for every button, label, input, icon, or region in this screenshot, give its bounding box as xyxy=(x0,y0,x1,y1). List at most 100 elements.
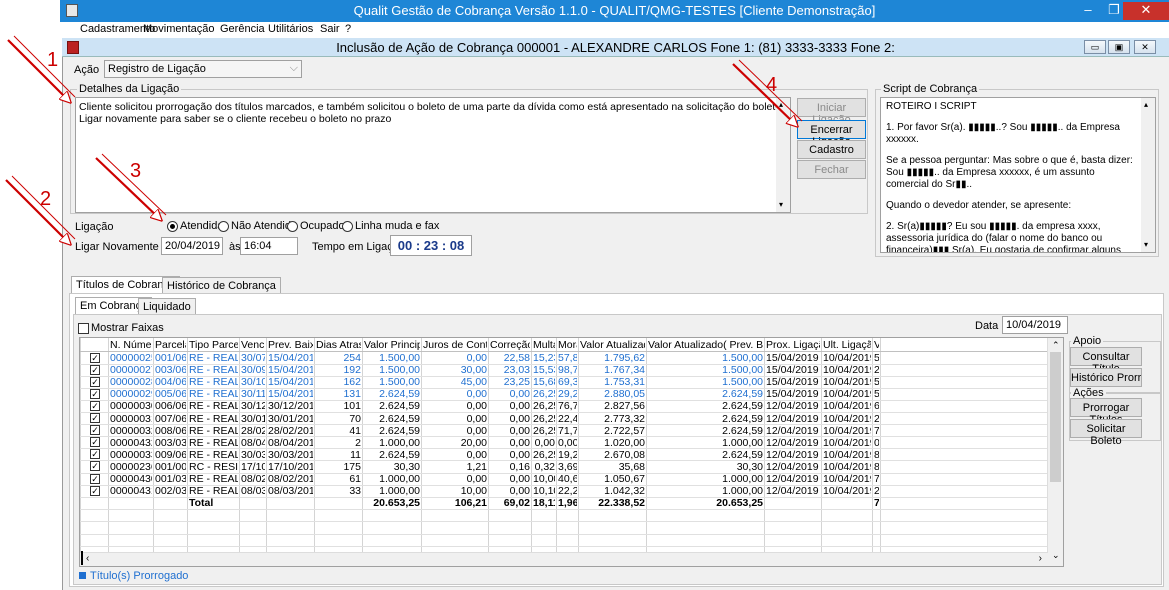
cadastro-button[interactable]: Cadastro xyxy=(797,140,866,159)
table-cell: 0,00 xyxy=(466,412,487,425)
ligacao-label: Ligação xyxy=(75,221,114,233)
table-cell: 30,30 xyxy=(393,460,420,473)
table-cell: 0,00 xyxy=(509,412,530,425)
table-horizontal-scrollbar[interactable]: ‹ › xyxy=(80,552,1048,566)
table-cell: 08/04/2019 xyxy=(268,436,313,449)
encerrar-ligacao-button[interactable]: Encerrar Ligação xyxy=(797,120,866,148)
menu-help[interactable]: ? xyxy=(345,23,351,35)
table-cell: 15/04/2019 xyxy=(766,376,819,389)
scroll-up-icon: ⌃ xyxy=(1052,340,1060,350)
script-scrollbar[interactable]: ▴ ▾ xyxy=(1141,98,1155,252)
window-restore-button[interactable]: ▣ xyxy=(1108,40,1130,54)
row-checkbox[interactable]: ✓ xyxy=(90,352,100,363)
row-checkbox[interactable]: ✓ xyxy=(90,400,100,411)
row-checkbox[interactable]: ✓ xyxy=(90,485,100,496)
ligar-date-input[interactable]: 20/04/2019 xyxy=(161,237,223,255)
chevron-down-icon: ⌵ xyxy=(289,62,298,74)
fechar-button[interactable]: Fechar xyxy=(797,160,866,179)
ligar-time-input[interactable]: 16:04 xyxy=(240,237,298,255)
prorrogar-titulos-button[interactable]: Prorrogar Títulos xyxy=(1070,398,1142,426)
radio-atendida[interactable] xyxy=(167,221,178,232)
table-header-cell[interactable]: Prox. Ligação xyxy=(766,339,820,351)
table-cell: 00000431 xyxy=(110,485,152,498)
radio-ocupado[interactable] xyxy=(287,221,298,232)
table-cell: 2.670,08 xyxy=(604,448,645,461)
table-cell: RE - REAL xyxy=(189,376,238,389)
row-checkbox[interactable]: ✓ xyxy=(90,364,100,375)
row-checkbox[interactable]: ✓ xyxy=(90,376,100,387)
data-input[interactable]: 10/04/2019 xyxy=(1002,316,1068,334)
annotation-number-1: 1 xyxy=(47,49,59,71)
table-header-cell[interactable]: Va xyxy=(874,339,879,351)
table-cell: 30/12/2018 xyxy=(268,400,313,413)
table-header-cell[interactable]: Correção xyxy=(490,339,530,351)
detalhes-scrollbar[interactable]: ▴ ▾ xyxy=(776,98,790,212)
table-header-cell[interactable]: N. Número xyxy=(110,339,152,351)
menu-sair[interactable]: Sair xyxy=(320,23,340,35)
table-header-cell[interactable]: Valor Principal xyxy=(364,339,420,351)
table-cell: 004/06 xyxy=(155,376,186,389)
table-cell: 2.827,56 xyxy=(604,400,645,413)
consultar-titulo-button[interactable]: Consultar Título xyxy=(1070,347,1142,375)
solicitar-boleto-button[interactable]: Solicitar Boleto xyxy=(1070,419,1142,447)
radio-nao-atendida[interactable] xyxy=(218,221,229,232)
close-button[interactable]: ✕ xyxy=(1123,2,1169,20)
menu-movimentacao[interactable]: Movimentação xyxy=(143,23,215,35)
detalhes-textarea[interactable]: Cliente solicitou prorrogação dos título… xyxy=(75,97,791,213)
table-header-cell[interactable]: Juros de Contrato xyxy=(423,339,487,351)
table-header-cell[interactable]: Dias Atraso xyxy=(316,339,361,351)
table-cell: 30/03/2019 xyxy=(268,448,313,461)
row-checkbox[interactable]: ✓ xyxy=(90,437,100,448)
table-cell: 009/06 xyxy=(155,448,186,461)
table-header-cell[interactable]: Parcela xyxy=(155,339,186,351)
radio-linha-muda[interactable] xyxy=(342,221,353,232)
row-checkbox[interactable]: ✓ xyxy=(90,461,100,472)
table-cell: 1.753,31 xyxy=(604,376,645,389)
mostrar-faixas-checkbox[interactable] xyxy=(78,323,89,334)
table-cell: 00000031 xyxy=(110,412,152,425)
table-cell: 1.050,67 xyxy=(604,473,645,485)
table-cell: 007/06 xyxy=(155,412,186,425)
totals-cell: 20.653,25 xyxy=(716,497,763,510)
table-header-cell[interactable]: Valor Atualizado xyxy=(580,339,645,351)
row-checkbox[interactable]: ✓ xyxy=(90,388,100,399)
table-cell: 3,69 xyxy=(558,460,577,473)
table-cell: 0,00 xyxy=(466,448,487,461)
table-header-cell[interactable]: Tipo Parcela xyxy=(189,339,238,351)
row-checkbox[interactable]: ✓ xyxy=(90,449,100,460)
table-header-cell[interactable]: Multa xyxy=(533,339,555,351)
table-cell: 0,00 xyxy=(509,485,530,498)
table-cell: 002/03 xyxy=(155,485,186,498)
tab-liquidado[interactable]: Liquidado xyxy=(138,298,196,315)
script-paragraph-3: Quando o devedor atender, se apresente: xyxy=(886,200,1072,211)
table-cell: 5 xyxy=(874,388,879,400)
table-header-cell[interactable]: Ult. Ligação xyxy=(823,339,871,351)
iniciar-ligacao-button[interactable]: Iniciar Ligação xyxy=(797,98,866,126)
row-checkbox[interactable]: ✓ xyxy=(90,413,100,423)
script-text-area[interactable]: ROTEIRO I SCRIPT 1. Por favor Sr(a). ▮▮▮… xyxy=(880,97,1156,253)
table-cell: 2 xyxy=(355,436,361,449)
table-cell: 40,67 xyxy=(558,473,577,485)
tab-historico-cobranca[interactable]: Histórico de Cobrança xyxy=(162,277,281,294)
table-header-cell[interactable]: Valor Atualizado( Prev. Baixa ) xyxy=(648,339,763,351)
table-header-cell[interactable]: Venc. xyxy=(241,339,265,351)
table-vertical-scrollbar[interactable]: ⌃ ⌄ xyxy=(1047,338,1063,566)
row-checkbox[interactable]: ✓ xyxy=(90,473,100,484)
row-checkbox[interactable]: ✓ xyxy=(90,425,100,436)
scroll-thumb[interactable] xyxy=(1050,352,1061,482)
table-header-cell[interactable]: Mora xyxy=(558,339,577,351)
table-cell: 08/03/2019 xyxy=(268,485,313,498)
minimize-button[interactable]: – xyxy=(1075,2,1101,20)
menu-gerencia[interactable]: Gerência xyxy=(220,23,265,35)
acao-select[interactable]: Registro de Ligação ⌵ xyxy=(104,60,302,78)
window-close-button[interactable]: ✕ xyxy=(1134,40,1156,54)
table-cell: 08/02/2019 xyxy=(268,473,313,485)
table-cell: 175 xyxy=(343,460,361,473)
window-minimize-button[interactable]: ▭ xyxy=(1084,40,1106,54)
table-header-cell[interactable]: Prev. Baixa xyxy=(268,339,313,351)
totals-cell: 20.653,25 xyxy=(373,497,420,510)
table-cell: 2.624,59 xyxy=(722,400,763,413)
menu-utilitarios[interactable]: Utilitários xyxy=(268,23,313,35)
table-cell: 10/04/2019 xyxy=(823,352,871,364)
historico-prorrogacao-button[interactable]: Histórico Prorrogaç xyxy=(1070,368,1142,387)
